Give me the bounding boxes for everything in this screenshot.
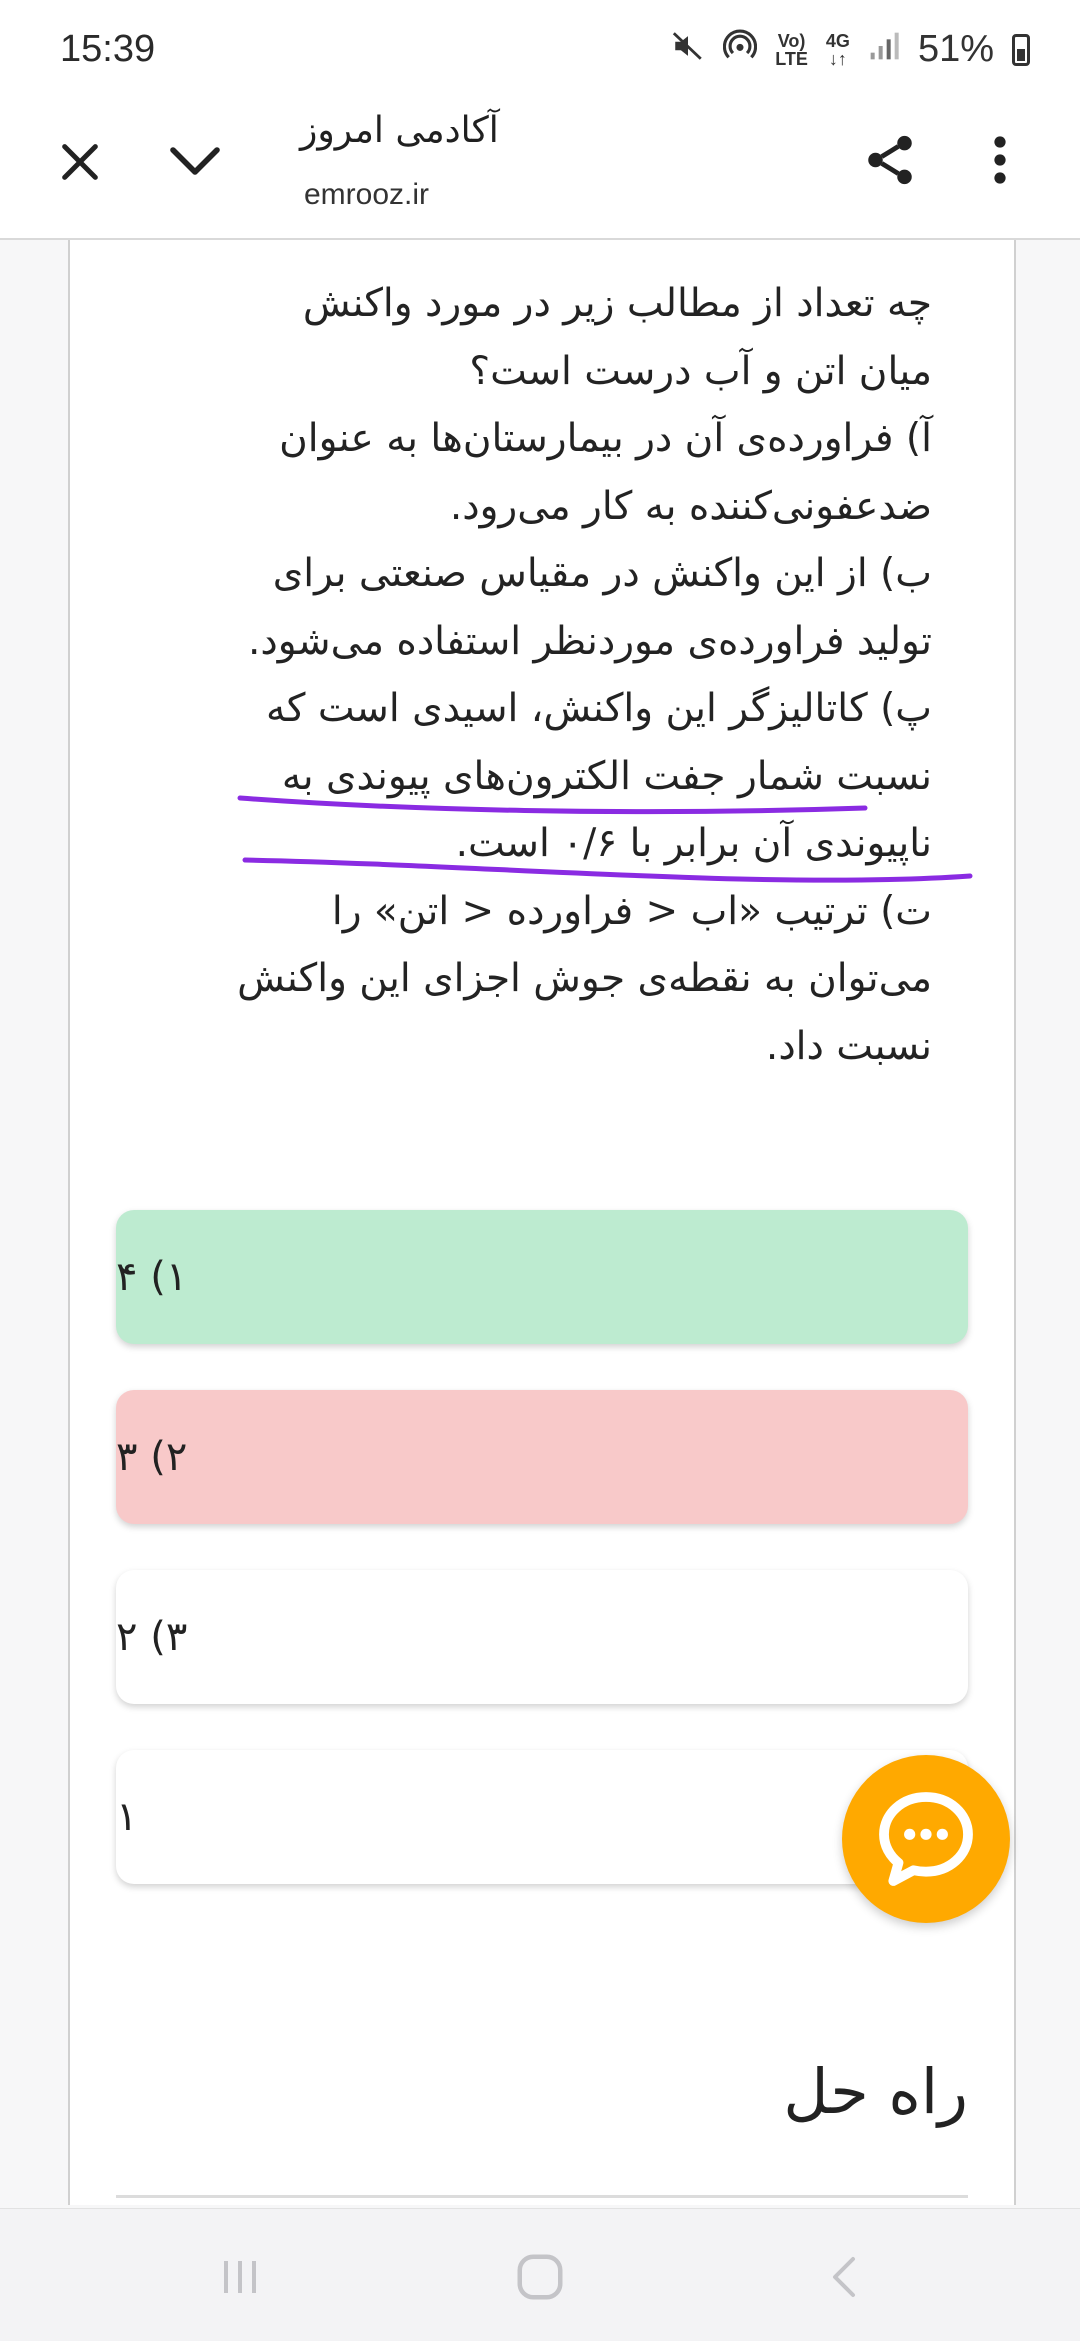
question-text: چه تعداد از مطالب زیر در مورد واکنش میان…: [132, 270, 932, 1080]
share-button[interactable]: [855, 125, 925, 195]
back-button[interactable]: [815, 2247, 875, 2307]
share-icon: [868, 135, 912, 185]
battery-icon: [1012, 33, 1030, 66]
answer-option-label: ۳) ۲: [116, 1614, 188, 1660]
answer-option-2[interactable]: ۲) ۳: [116, 1390, 968, 1524]
data-activity-label: ↓↑: [828, 48, 847, 69]
chat-bubble-icon: [879, 1792, 973, 1886]
back-icon: [833, 2257, 855, 2297]
close-icon: [62, 144, 98, 180]
close-button[interactable]: [50, 132, 110, 192]
answer-option-label: ۱: [116, 1794, 138, 1840]
answer-option-label: ۱) ۴: [116, 1254, 188, 1300]
question-card: چه تعداد از مطالب زیر در مورد واکنش میان…: [68, 240, 1016, 2205]
status-bar: 15:39 Vo) LTE 4G ↓↑ 51%: [0, 0, 1080, 100]
status-time: 15:39: [60, 28, 156, 70]
network-gen-label: 4G: [825, 30, 850, 51]
question-line: ب) از این واکنش در مقیاس صنعتی برای: [272, 551, 932, 596]
question-line: ضدعفونی‌کننده به کار می‌رود.: [449, 483, 932, 529]
question-line: پ) کاتالیزگر این واکنش، اسیدی است که: [265, 686, 932, 731]
status-icons: Vo) LTE 4G ↓↑ 51%: [671, 28, 1030, 71]
home-icon: [517, 2254, 563, 2300]
question-line: میان اتن و آب درست است؟: [469, 348, 932, 394]
question-line: چه تعداد از مطالب زیر در مورد واکنش: [302, 281, 932, 326]
chevron-down-icon: [170, 147, 220, 175]
more-options-button[interactable]: [975, 125, 1025, 195]
question-line: می‌توان به نقطه‌ی جوش اجزای این واکنش: [237, 956, 932, 1001]
question-line: ناپیوندی آن برابر با ۰/۶ است.: [455, 821, 932, 866]
answer-option-1[interactable]: ۱) ۴: [116, 1210, 968, 1344]
divider: [116, 2195, 968, 2198]
solution-heading: راه حل: [783, 2055, 968, 2128]
battery-percent: 51%: [917, 28, 994, 70]
chat-button[interactable]: [842, 1755, 1010, 1923]
signal-icon: [868, 30, 900, 70]
answer-option-3[interactable]: ۳) ۲: [116, 1570, 968, 1704]
recent-apps-icon: [224, 2261, 256, 2293]
browser-toolbar: آکادمی امروز emrooz.ir: [0, 100, 1080, 240]
home-button[interactable]: [510, 2247, 570, 2307]
minimize-button[interactable]: [160, 132, 230, 192]
question-line: نسبت شمار جفت الکترون‌های پیوندی به: [281, 753, 932, 799]
site-title: آکادمی امروز: [300, 110, 499, 151]
hotspot-icon: [723, 29, 758, 71]
volte-label: Vo): [777, 30, 806, 51]
question-line: ت) ترتیب «اب < فراورده < اتن» را: [331, 888, 932, 934]
question-line: نسبت داد.: [765, 1023, 932, 1069]
answer-option-label: ۲) ۳: [116, 1434, 188, 1480]
network-gen-indicator: 4G ↓↑: [826, 32, 850, 68]
lte-label: LTE: [775, 48, 808, 69]
answer-option-4[interactable]: ۱: [116, 1750, 968, 1884]
site-url: emrooz.ir: [304, 178, 430, 211]
system-nav-bar: [0, 2208, 1080, 2341]
volte-indicator: Vo) LTE: [775, 32, 808, 68]
mute-icon: [671, 29, 705, 71]
more-vert-icon: [994, 136, 1006, 184]
question-line: آ) فراورده‌ی آن در بیمارستان‌ها به عنوان: [279, 416, 932, 461]
question-line: تولید فراورده‌ی موردنظر استفاده می‌شود.: [248, 618, 932, 664]
recent-apps-button[interactable]: [210, 2247, 270, 2307]
